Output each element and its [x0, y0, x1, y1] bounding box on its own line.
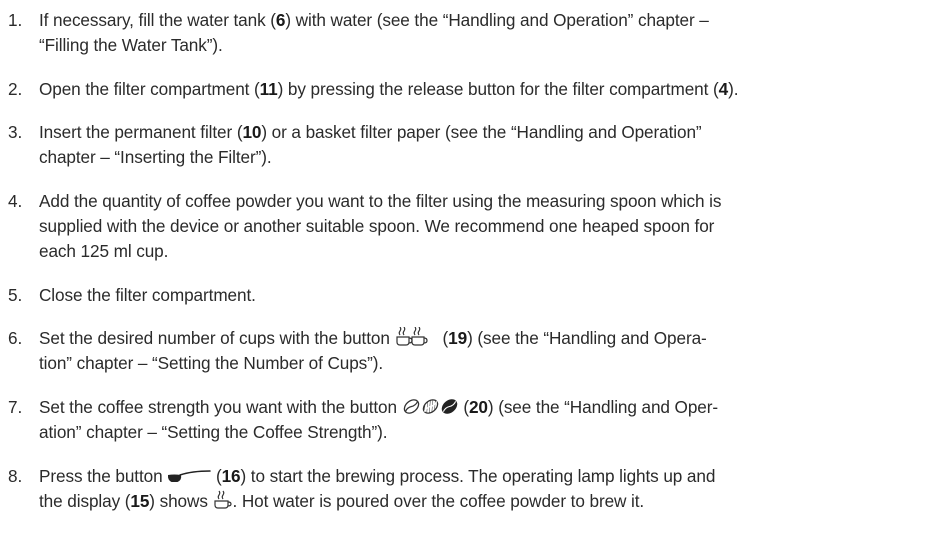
step-text: Insert the permanent filter (10) or a ba…	[39, 122, 702, 167]
step-text: Add the quantity of coffee powder you wa…	[39, 191, 722, 261]
ref-number: 15	[130, 491, 150, 511]
ref-number: 19	[448, 328, 468, 348]
step-number: 8.	[8, 466, 23, 486]
step-text: If necessary, fill the water tank (6) wi…	[39, 10, 709, 55]
step-text: Set the coffee strength you want with th…	[39, 397, 718, 442]
step-number: 6.	[8, 328, 23, 348]
step-number: 2.	[8, 79, 23, 99]
ref-number: 16	[221, 466, 241, 486]
step-text: Press the button (16) to start the brewi…	[39, 464, 939, 514]
ref-number: 20	[468, 397, 488, 417]
ref-number: 11	[259, 79, 278, 99]
step-number: 4.	[8, 191, 23, 211]
bean-hatched-icon	[421, 397, 440, 423]
steaming-cup-icon	[213, 490, 233, 517]
step-number: 5.	[8, 285, 23, 305]
ref-number: 10	[242, 122, 262, 142]
step-number: 7.	[8, 397, 23, 417]
step-number: 3.	[8, 122, 23, 142]
bean-filled-icon	[440, 397, 459, 423]
ref-number: 6	[275, 10, 286, 30]
step-number: 1.	[8, 10, 23, 30]
step-text: Set the desired number of cups with the …	[39, 326, 707, 373]
two-cups-icon	[395, 326, 429, 354]
step-text: Open the filter compartment (11) by pres…	[39, 79, 739, 99]
ref-number: 4	[718, 79, 729, 99]
step-text: Close the filter compartment.	[39, 285, 256, 305]
instruction-page: 1. If necessary, fill the water tank (6)…	[0, 0, 948, 540]
bean-outline-icon	[402, 397, 421, 423]
